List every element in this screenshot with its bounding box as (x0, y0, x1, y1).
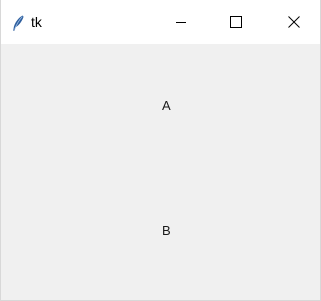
close-button[interactable] (271, 0, 317, 44)
tk-window: tk A B (0, 0, 321, 301)
window-title: tk (31, 14, 42, 30)
minimize-button[interactable] (158, 0, 204, 44)
maximize-icon (230, 16, 242, 28)
label-b: B (162, 223, 171, 238)
title-bar[interactable]: tk (1, 0, 320, 44)
close-icon (288, 16, 300, 28)
label-a: A (162, 98, 171, 113)
tk-feather-icon (9, 14, 27, 32)
minimize-icon (175, 16, 187, 28)
maximize-button[interactable] (213, 0, 259, 44)
window-content: A B (1, 44, 320, 300)
